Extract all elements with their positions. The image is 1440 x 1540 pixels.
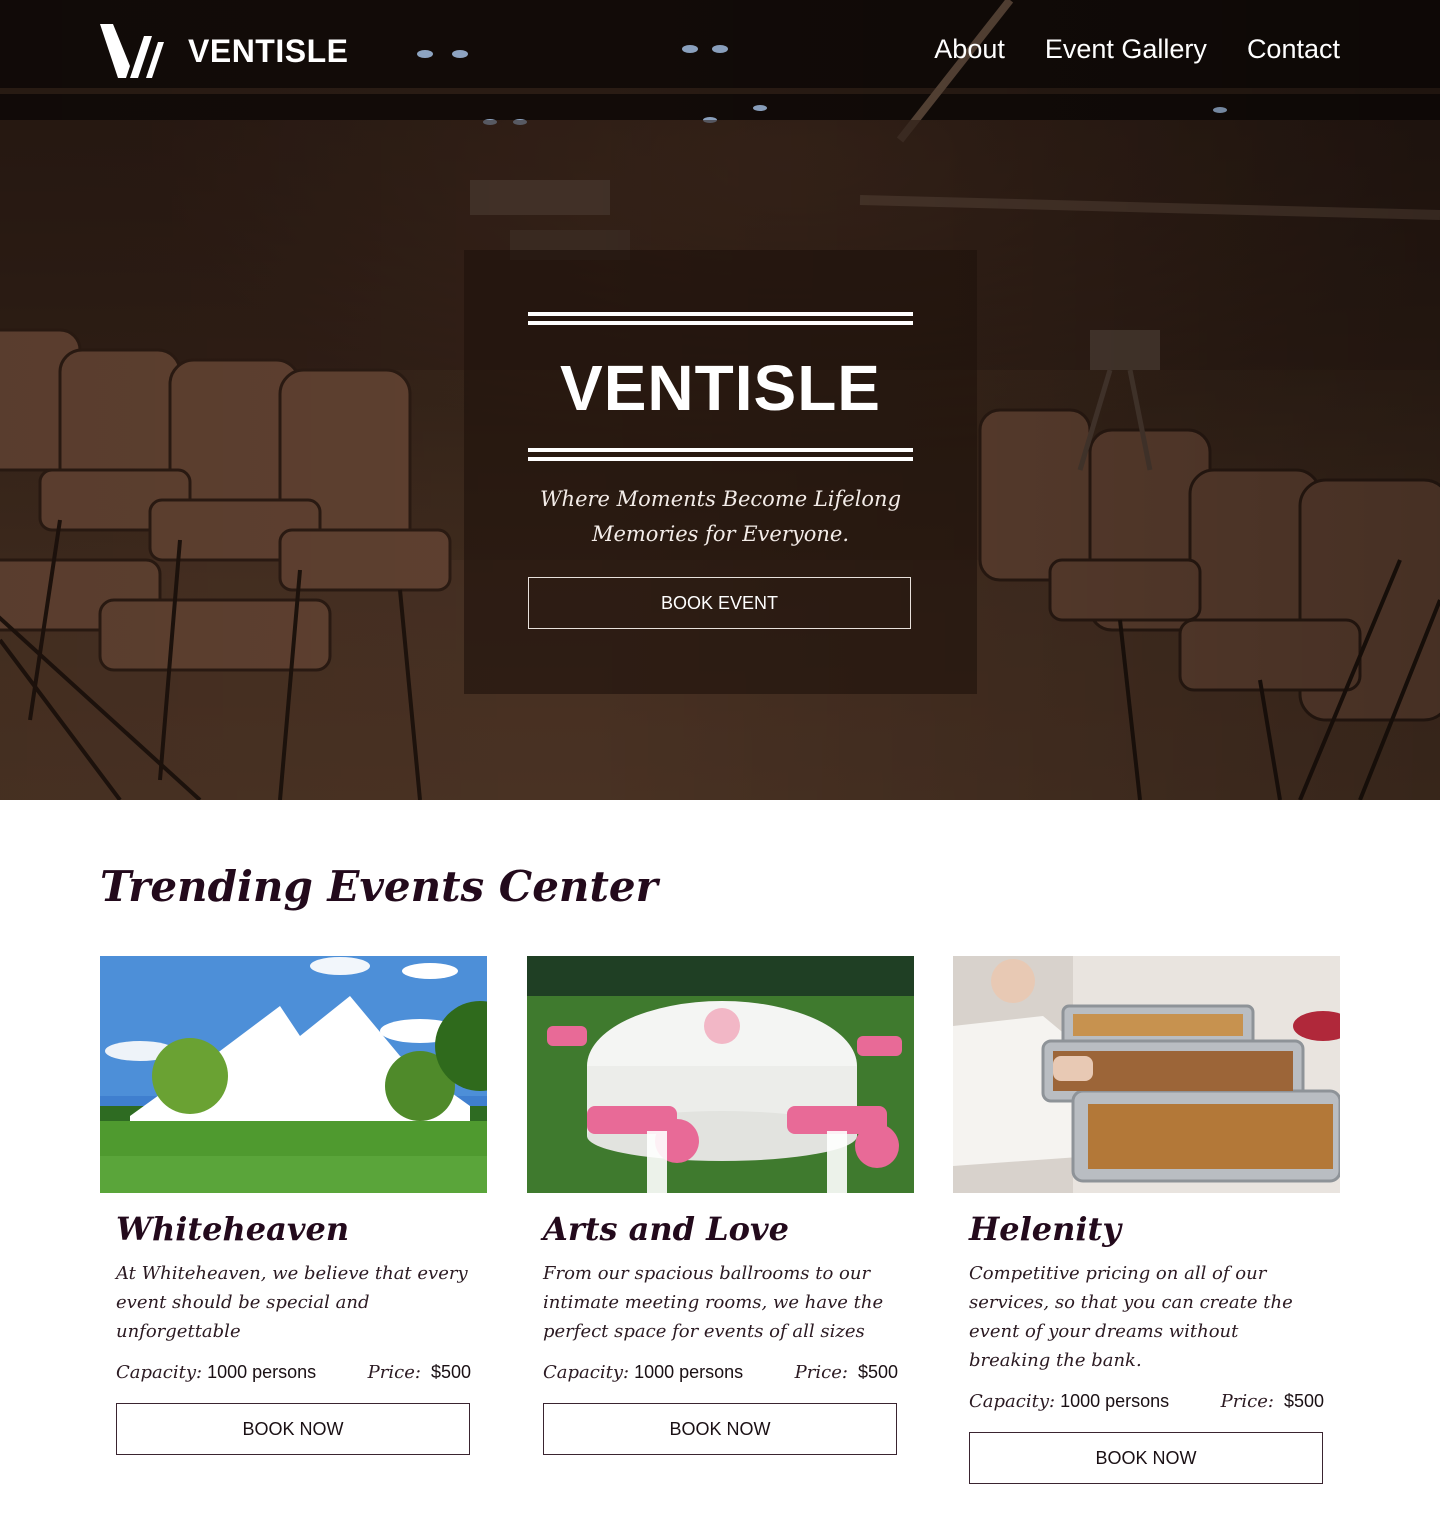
hero-card: VENTISLE Where Moments Become Lifelong M… xyxy=(464,250,977,694)
card-title: Helenity xyxy=(969,1210,1121,1248)
capacity-value: 1000 persons xyxy=(1060,1391,1170,1411)
event-image-banquet-table xyxy=(527,956,914,1193)
capacity-label: Capacity: xyxy=(969,1391,1056,1412)
price-value: $500 xyxy=(430,1362,471,1382)
event-image-tent xyxy=(100,956,487,1193)
hero-double-rule-top xyxy=(528,312,913,326)
capacity-label: Capacity: xyxy=(543,1362,630,1383)
hero-title: VENTISLE xyxy=(560,352,881,424)
v-slash-logo-icon xyxy=(100,24,164,78)
capacity-label: Capacity: xyxy=(116,1362,203,1383)
main-nav: About Event Gallery Contact xyxy=(934,34,1340,65)
card-meta: Capacity: 1000 persons Price: $500 xyxy=(969,1387,1324,1416)
event-image-buffet xyxy=(953,956,1340,1193)
card-title: Whiteheaven xyxy=(116,1210,350,1248)
brand-name: VENTISLE xyxy=(188,32,349,69)
card-title: Arts and Love xyxy=(543,1210,789,1248)
brand-logo[interactable]: VENTISLE xyxy=(100,22,348,80)
card-description: From our spacious ballrooms to our intim… xyxy=(543,1263,884,1342)
event-card-arts-and-love: Arts and Love From our spacious ballroom… xyxy=(527,956,914,1455)
hero-subtitle: Where Moments Become Lifelong Memories f… xyxy=(539,487,902,546)
capacity-value: 1000 persons xyxy=(634,1362,744,1382)
price-label: Price: xyxy=(1220,1391,1274,1412)
hero-section: VENTISLE About Event Gallery Contact VEN… xyxy=(0,0,1440,800)
capacity-value: 1000 persons xyxy=(207,1362,317,1382)
trending-section-title: Trending Events Center xyxy=(100,862,658,911)
book-now-button[interactable]: BOOK NOW xyxy=(969,1432,1323,1484)
book-now-button[interactable]: BOOK NOW xyxy=(543,1403,897,1455)
event-card-whiteheaven: Whiteheaven At Whiteheaven, we believe t… xyxy=(100,956,487,1455)
price-value: $500 xyxy=(857,1362,898,1382)
card-meta: Capacity: 1000 persons Price: $500 xyxy=(543,1358,898,1387)
price-label: Price: xyxy=(367,1362,421,1383)
book-now-button[interactable]: BOOK NOW xyxy=(116,1403,470,1455)
event-card-helenity: Helenity Competitive pricing on all of o… xyxy=(953,956,1340,1484)
nav-event-gallery[interactable]: Event Gallery xyxy=(1045,34,1207,65)
nav-about[interactable]: About xyxy=(934,34,1005,65)
card-description: Competitive pricing on all of our servic… xyxy=(969,1263,1293,1371)
book-event-button[interactable]: BOOK EVENT xyxy=(528,577,911,629)
card-meta: Capacity: 1000 persons Price: $500 xyxy=(116,1358,471,1387)
hero-double-rule-bottom xyxy=(528,448,913,462)
price-value: $500 xyxy=(1283,1391,1324,1411)
price-label: Price: xyxy=(794,1362,848,1383)
card-description: At Whiteheaven, we believe that every ev… xyxy=(116,1263,468,1342)
nav-contact[interactable]: Contact xyxy=(1247,34,1340,65)
